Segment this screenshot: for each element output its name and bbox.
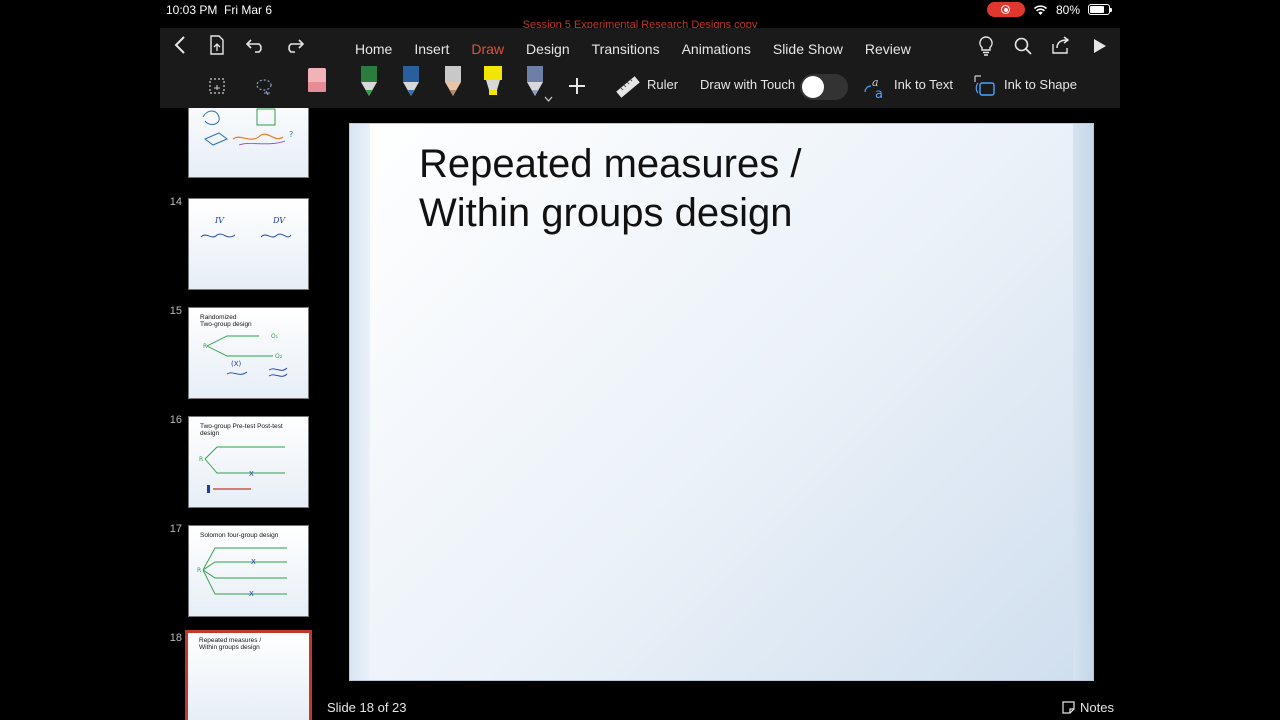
svg-text:X: X — [251, 558, 256, 566]
file-icon[interactable] — [206, 34, 228, 56]
add-pen-icon[interactable] — [566, 75, 588, 97]
thumbnail-image: ? — [188, 108, 309, 178]
search-icon[interactable] — [1012, 34, 1034, 58]
ink-to-shape-label[interactable]: Ink to Shape — [1004, 77, 1077, 92]
chevron-down-icon[interactable] — [543, 94, 553, 104]
thumbnail-image: Solomon four-group design R X X — [188, 525, 309, 617]
lightbulb-icon[interactable] — [976, 34, 996, 58]
svg-text:O₁: O₁ — [271, 333, 279, 340]
svg-text:IV: IV — [214, 216, 225, 225]
tab-animations[interactable]: Animations — [671, 41, 762, 57]
ribbon-tabs: Home Insert Draw Design Transitions Anim… — [344, 41, 922, 57]
thumbnail-number: 14 — [169, 196, 182, 208]
slide-canvas[interactable]: Repeated measures / Within groups design — [349, 123, 1094, 681]
pen-blue-icon[interactable] — [400, 66, 424, 96]
lasso-select-icon[interactable] — [207, 76, 227, 96]
back-icon[interactable] — [170, 34, 190, 56]
undo-icon[interactable] — [244, 34, 268, 56]
draw-with-touch-label: Draw with Touch — [700, 77, 796, 92]
thumbnail-image: Randomized Two-group design R O₁ O₂ (X) — [188, 307, 309, 399]
highlighter-icon[interactable] — [482, 66, 506, 96]
thumbnail-image: IV DV — [188, 198, 309, 290]
tab-home[interactable]: Home — [344, 41, 403, 57]
tab-transitions[interactable]: Transitions — [581, 41, 671, 57]
draw-toolbar: Ruler Draw with Touch aa Ink to Text Ink… — [160, 66, 1120, 108]
ink-to-text-label[interactable]: Ink to Text — [894, 77, 953, 92]
lasso-icon[interactable] — [253, 76, 275, 98]
status-time: 10:03 PM Fri Mar 6 — [166, 3, 273, 17]
ink-to-text-icon[interactable]: aa — [862, 74, 888, 100]
tab-slide-show[interactable]: Slide Show — [762, 41, 854, 57]
redo-icon[interactable] — [282, 34, 306, 56]
status-bar: 10:03 PM Fri Mar 6 Session 5 Experimenta… — [160, 0, 1120, 31]
svg-text:R: R — [197, 567, 201, 574]
thumbnail-image: Repeated measures / Within groups design — [185, 630, 312, 720]
ruler-icon[interactable] — [614, 74, 642, 100]
battery-icon — [1088, 4, 1112, 15]
screen-record-icon[interactable] — [986, 2, 1025, 17]
slide-left-band — [350, 124, 370, 680]
thumbnail-title: Repeated measures / Within groups design — [199, 637, 262, 651]
battery-percent: 80% — [1055, 2, 1080, 17]
play-slideshow-icon[interactable] — [1090, 34, 1110, 58]
share-icon[interactable] — [1050, 33, 1072, 57]
thumbnail-number: 15 — [169, 305, 182, 317]
wifi-icon — [1033, 4, 1048, 15]
thumbnail-image: Two-group Pre-test Post-test design R X — [188, 416, 309, 508]
svg-text:X: X — [249, 590, 254, 598]
svg-text:R: R — [203, 343, 207, 350]
tab-insert[interactable]: Insert — [403, 41, 460, 57]
svg-text:O₂: O₂ — [275, 353, 283, 360]
svg-text:(X): (X) — [231, 360, 242, 368]
pen-green-icon[interactable] — [358, 66, 382, 96]
tab-design[interactable]: Design — [515, 41, 581, 57]
svg-text:X: X — [249, 470, 254, 478]
tab-review[interactable]: Review — [854, 41, 922, 57]
ruler-label[interactable]: Ruler — [647, 77, 678, 92]
eraser-icon[interactable] — [306, 66, 330, 96]
slide-counter: Slide 18 of 23 — [327, 700, 407, 715]
tab-draw[interactable]: Draw — [460, 41, 515, 57]
thumbnail-number: 17 — [169, 523, 182, 535]
notes-label: Notes — [1080, 700, 1114, 715]
galaxy-pen-icon[interactable] — [524, 66, 548, 96]
app-toolbar: Home Insert Draw Design Transitions Anim… — [160, 28, 1120, 108]
svg-text:DV: DV — [272, 216, 286, 225]
slide-title[interactable]: Repeated measures / Within groups design — [419, 140, 801, 238]
slide-thumbnails-panel[interactable]: ? 14 IV DV 15 Randomized Two-group desig… — [160, 108, 330, 720]
draw-with-touch-toggle[interactable] — [800, 74, 848, 100]
ribbon-nav: Home Insert Draw Design Transitions Anim… — [160, 28, 1120, 66]
pencil-icon[interactable] — [442, 66, 466, 96]
slide-right-band — [1073, 124, 1093, 680]
notes-button[interactable]: Notes — [1062, 700, 1114, 715]
status-indicators: 80% — [986, 2, 1112, 17]
thumbnail-number: 18 — [169, 632, 182, 644]
svg-text:a: a — [875, 87, 883, 100]
thumbnail-number: 16 — [169, 414, 182, 426]
svg-text:R: R — [199, 456, 203, 463]
svg-text:?: ? — [289, 130, 293, 139]
notes-icon — [1062, 701, 1075, 714]
ink-to-shape-icon[interactable] — [972, 73, 998, 99]
